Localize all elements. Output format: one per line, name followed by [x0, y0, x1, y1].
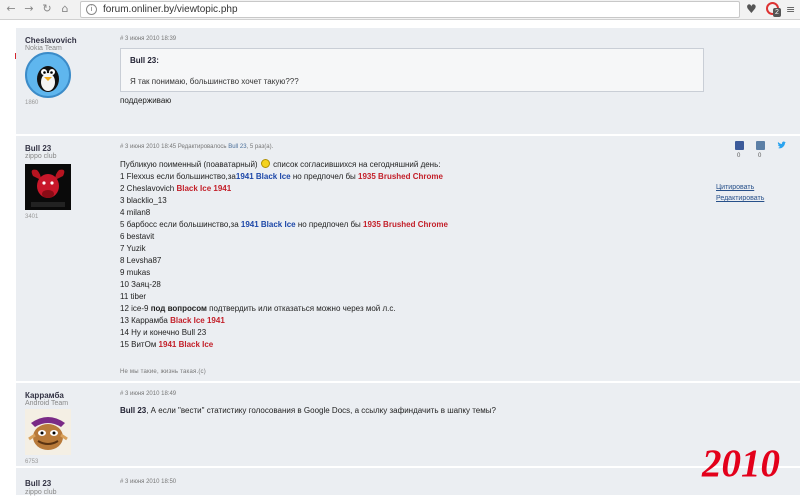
post-usergroup: Nokia Team	[25, 45, 62, 52]
page-margin	[0, 20, 16, 496]
extension-icon[interactable]: 2	[766, 2, 782, 17]
quote-link[interactable]: Цитировать	[716, 182, 764, 193]
list-item: 9 mukas	[120, 268, 151, 277]
list-item: 10 Заяц-28	[120, 280, 161, 289]
post-count: 3401	[25, 214, 39, 220]
extension-badge: 2	[773, 8, 781, 17]
quote-author: Bull 23:	[130, 56, 159, 65]
list-item: 5 барбосс если большинство,за 1941 Black…	[120, 220, 448, 229]
quote-block: Bull 23: Я так понимаю, большинство хоче…	[120, 48, 704, 92]
list-item: 12 ice-9 под вопросом подтвердить или от…	[120, 304, 396, 313]
edit-link[interactable]: Редактировать	[716, 193, 764, 204]
list-item: 7 Yuzik	[120, 244, 146, 253]
list-item: 11 tiber	[120, 292, 147, 301]
post-username[interactable]: Cheslavovich	[25, 36, 77, 45]
list-item: 4 milan8	[120, 208, 151, 217]
list-item: 14 Ну и конечно Bull 23	[120, 328, 207, 337]
post-username[interactable]: Каррамба	[25, 391, 64, 400]
avatar[interactable]	[25, 409, 71, 455]
list-item: 6 bestavit	[120, 232, 155, 241]
post-meta: # 3 июня 2010 18:50	[120, 479, 177, 485]
post-username[interactable]: Bull 23	[25, 479, 51, 488]
home-icon[interactable]: ⌂	[58, 2, 72, 16]
facebook-icon[interactable]	[735, 141, 744, 150]
browser-toolbar: ← → ↻ ⌂ i forum.onliner.by/viewtopic.php…	[0, 0, 800, 20]
bookmark-heart-icon[interactable]: ♥	[746, 2, 757, 16]
post-text: поддерживаю	[120, 96, 172, 105]
edited-by[interactable]: Bull 23	[228, 144, 246, 150]
url-text: forum.onliner.by/viewtopic.php	[103, 4, 238, 15]
vkontakte-count: 0	[758, 153, 762, 159]
post-signature: Не мы такие, жизнь такая.(с)	[120, 369, 206, 375]
facebook-count: 0	[737, 153, 741, 159]
post-count: 1860	[25, 100, 39, 106]
quote-text: Я так понимаю, большинство хочет такую??…	[130, 77, 299, 86]
smiley-icon	[260, 159, 270, 168]
post-actions: Цитировать Редактировать	[716, 182, 764, 204]
avatar[interactable]	[25, 164, 71, 210]
post-text: Bull 23, А если "вести" статистику голос…	[120, 406, 496, 415]
menu-icon[interactable]: ≡	[786, 3, 795, 16]
forward-icon[interactable]: →	[22, 2, 36, 16]
list-item: 15 ВитОм 1941 Black Ice	[120, 340, 214, 349]
post-meta: # 3 июня 2010 18:45 Редактировалось Bull…	[120, 144, 273, 150]
post-date: # 3 июня 2010 18:45	[120, 144, 177, 150]
list-item: 8 Levsha87	[120, 256, 162, 265]
post-meta: # 3 июня 2010 18:39	[120, 36, 177, 42]
back-icon[interactable]: ←	[4, 2, 18, 16]
post-count: 6753	[25, 459, 39, 465]
post-usergroup: zippo club	[25, 489, 57, 496]
post-usergroup: Android Team	[25, 400, 69, 407]
page-info-icon[interactable]: i	[86, 4, 97, 15]
edit-count: , 5 раз(а).	[246, 144, 274, 150]
post-intro: Публикую поименный (поаватарный) список …	[120, 159, 441, 169]
list-item: 1 Flexxus если большинство,за1941 Black …	[120, 172, 443, 181]
list-item: 3 blacklio_13	[120, 196, 167, 205]
reload-icon[interactable]: ↻	[40, 2, 54, 16]
vkontakte-icon[interactable]	[756, 141, 765, 150]
avatar[interactable]	[25, 52, 71, 98]
post-text: Публикую поименный (поаватарный) список …	[120, 159, 448, 351]
post-bull23: Bull 23 zippo club 3401 # 3 июня 2010 18…	[16, 136, 800, 382]
post-username[interactable]: Bull 23	[25, 144, 51, 153]
address-bar[interactable]: i forum.onliner.by/viewtopic.php	[80, 1, 740, 18]
post-karramba: Каррамба Android Team 6753 # 3 июня 2010…	[16, 383, 800, 467]
user-mention[interactable]: Bull 23	[120, 406, 146, 415]
post-usergroup: zippo club	[25, 153, 57, 160]
post-bull23-2: Bull 23 zippo club # 3 июня 2010 18:50	[16, 468, 800, 496]
post-meta: # 3 июня 2010 18:49	[120, 391, 177, 397]
year-watermark: 2010	[702, 442, 780, 485]
post-cheslavovich: Cheslavovich Nokia Team 1860 # 3 июня 20…	[16, 28, 800, 135]
list-item: 2 Cheslavovich Black Ice 1941	[120, 184, 232, 193]
edited-label: Редактировалось	[177, 144, 227, 150]
list-item: 13 Каррамба Black Ice 1941	[120, 316, 225, 325]
